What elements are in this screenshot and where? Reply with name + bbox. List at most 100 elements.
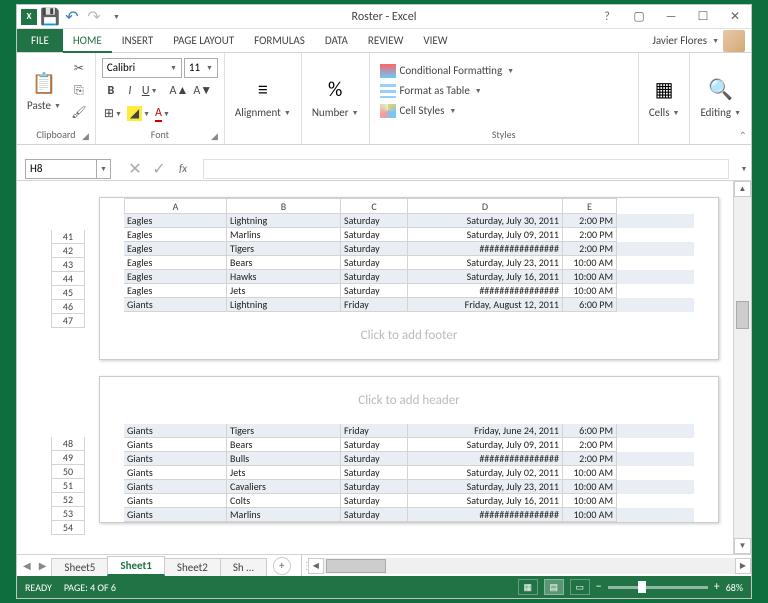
column-header-a[interactable]: A xyxy=(124,198,227,214)
cell[interactable]: Marlins xyxy=(227,228,341,242)
underline-button[interactable]: U▼ xyxy=(140,81,160,101)
bold-button[interactable]: B xyxy=(102,81,120,101)
add-sheet-button[interactable]: + xyxy=(273,557,291,575)
help-icon[interactable]: ? xyxy=(595,8,619,26)
cell[interactable]: Eagles xyxy=(124,242,227,256)
row-header[interactable]: 45 xyxy=(51,286,85,300)
font-color-button[interactable]: A▼ xyxy=(153,104,172,124)
sheet-tab-sheet2[interactable]: Sheet2 xyxy=(164,558,221,576)
table-row[interactable]: EaglesHawksSaturdaySaturday, July 16, 20… xyxy=(124,270,694,284)
cell[interactable]: Friday, August 12, 2011 xyxy=(408,298,563,312)
table-row[interactable]: GiantsColtsSaturdaySaturday, July 16, 20… xyxy=(124,494,694,508)
cell[interactable]: Tigers xyxy=(227,424,341,438)
sheet-tab-sheet5[interactable]: Sheet5 xyxy=(51,558,108,576)
cell[interactable]: Saturday xyxy=(341,452,408,466)
cell[interactable]: 10:00 AM xyxy=(563,508,617,522)
formula-expand-icon[interactable]: ▼ xyxy=(737,164,751,173)
cell[interactable]: Giants xyxy=(124,466,227,480)
cell[interactable]: Saturday, July 23, 2011 xyxy=(408,480,563,494)
enter-formula-icon[interactable]: ✓ xyxy=(147,159,171,179)
font-dialog-icon[interactable]: ◢ xyxy=(211,131,218,142)
table-row[interactable]: GiantsTigersFridayFriday, June 24, 20116… xyxy=(124,424,694,438)
cell[interactable]: Saturday xyxy=(341,508,408,522)
tab-home[interactable]: HOME xyxy=(63,29,112,53)
cell[interactable]: Giants xyxy=(124,480,227,494)
cancel-formula-icon[interactable]: ✕ xyxy=(123,159,147,179)
cell[interactable]: Saturday xyxy=(341,480,408,494)
cell[interactable]: Giants xyxy=(124,494,227,508)
row-header[interactable]: 52 xyxy=(51,493,85,507)
cell[interactable]: Friday xyxy=(341,298,408,312)
scroll-left-icon[interactable]: ◀ xyxy=(308,558,324,574)
cell[interactable]: ################ xyxy=(408,284,563,298)
cell[interactable]: ################ xyxy=(408,508,563,522)
cell[interactable]: Saturday xyxy=(341,438,408,452)
scroll-up-icon[interactable]: ▲ xyxy=(734,181,751,197)
tab-insert[interactable]: INSERT xyxy=(112,29,164,52)
cell[interactable]: 2:00 PM xyxy=(563,242,617,256)
cell[interactable]: Eagles xyxy=(124,270,227,284)
column-header-b[interactable]: B xyxy=(227,198,341,214)
cell[interactable]: Eagles xyxy=(124,228,227,242)
column-header-d[interactable]: D xyxy=(408,198,563,214)
cell[interactable]: Saturday xyxy=(341,284,408,298)
cell[interactable]: ################ xyxy=(408,242,563,256)
scroll-down-icon[interactable]: ▼ xyxy=(734,538,751,554)
table-row[interactable]: GiantsMarlinsSaturday################10:… xyxy=(124,508,694,522)
cell[interactable]: Saturday, July 02, 2011 xyxy=(408,466,563,480)
paste-button[interactable]: 📋 Paste▼ xyxy=(23,67,65,114)
scroll-right-icon[interactable]: ▶ xyxy=(735,558,751,574)
save-icon[interactable]: 💾 xyxy=(41,8,59,26)
row-header[interactable]: 42 xyxy=(51,244,85,258)
fx-icon[interactable]: fx xyxy=(171,159,195,179)
cell[interactable]: 6:00 PM xyxy=(563,298,617,312)
cell[interactable]: Hawks xyxy=(227,270,341,284)
spreadsheet-grid[interactable]: EaglesLightningSaturdaySaturday, July 30… xyxy=(124,214,694,312)
italic-button[interactable]: I xyxy=(121,81,139,101)
name-box[interactable]: H8 xyxy=(25,159,97,179)
tab-data[interactable]: DATA xyxy=(315,29,358,52)
format-painter-icon[interactable]: 🖌 xyxy=(69,103,89,123)
cell[interactable]: Saturday, July 30, 2011 xyxy=(408,214,563,228)
editing-button[interactable]: 🔍 Editing▼ xyxy=(696,74,745,121)
cell[interactable]: Bears xyxy=(227,438,341,452)
cell[interactable]: Giants xyxy=(124,438,227,452)
cell[interactable]: 2:00 PM xyxy=(563,452,617,466)
tab-formulas[interactable]: FORMULAS xyxy=(244,29,315,52)
table-row[interactable]: EaglesJetsSaturday################10:00 … xyxy=(124,284,694,298)
cell[interactable]: 10:00 AM xyxy=(563,466,617,480)
page-layout-view-icon[interactable]: ▤ xyxy=(544,579,564,595)
table-row[interactable]: EaglesMarlinsSaturdaySaturday, July 09, … xyxy=(124,228,694,242)
cell[interactable]: Bears xyxy=(227,256,341,270)
cell[interactable]: Colts xyxy=(227,494,341,508)
cell[interactable]: Cavaliers xyxy=(227,480,341,494)
row-header[interactable]: 46 xyxy=(51,300,85,314)
cell[interactable]: Eagles xyxy=(124,284,227,298)
cell[interactable]: Saturday xyxy=(341,270,408,284)
cell[interactable]: Giants xyxy=(124,298,227,312)
border-button[interactable]: ⊞▼ xyxy=(102,104,124,124)
cell[interactable]: Saturday, July 23, 2011 xyxy=(408,256,563,270)
row-header[interactable]: 48 xyxy=(51,437,85,451)
cell[interactable]: Saturday, July 16, 2011 xyxy=(408,494,563,508)
increase-font-icon[interactable]: A▲ xyxy=(168,81,191,101)
cell[interactable]: Giants xyxy=(124,424,227,438)
cell[interactable]: Tigers xyxy=(227,242,341,256)
page-break-view-icon[interactable]: ▭ xyxy=(570,579,590,595)
cell[interactable]: Saturday, July 09, 2011 xyxy=(408,228,563,242)
row-header[interactable]: 54 xyxy=(51,521,85,535)
conditional-formatting-button[interactable]: Conditional Formatting▼ xyxy=(376,62,519,80)
row-header[interactable]: 43 xyxy=(51,258,85,272)
zoom-in-button[interactable]: + xyxy=(714,580,720,594)
cell[interactable]: Saturday xyxy=(341,228,408,242)
page-header-placeholder[interactable]: Click to add header xyxy=(124,377,694,424)
table-row[interactable]: GiantsBearsSaturdaySaturday, July 09, 20… xyxy=(124,438,694,452)
sheet-nav-next-icon[interactable]: ▶ xyxy=(39,559,47,572)
cell[interactable]: Eagles xyxy=(124,214,227,228)
scroll-thumb[interactable] xyxy=(736,301,749,329)
spreadsheet-grid[interactable]: GiantsTigersFridayFriday, June 24, 20116… xyxy=(124,424,694,522)
column-header-e[interactable]: E xyxy=(563,198,617,214)
cell[interactable]: 10:00 AM xyxy=(563,284,617,298)
cell[interactable]: Friday, June 24, 2011 xyxy=(408,424,563,438)
cell[interactable]: Lightning xyxy=(227,298,341,312)
